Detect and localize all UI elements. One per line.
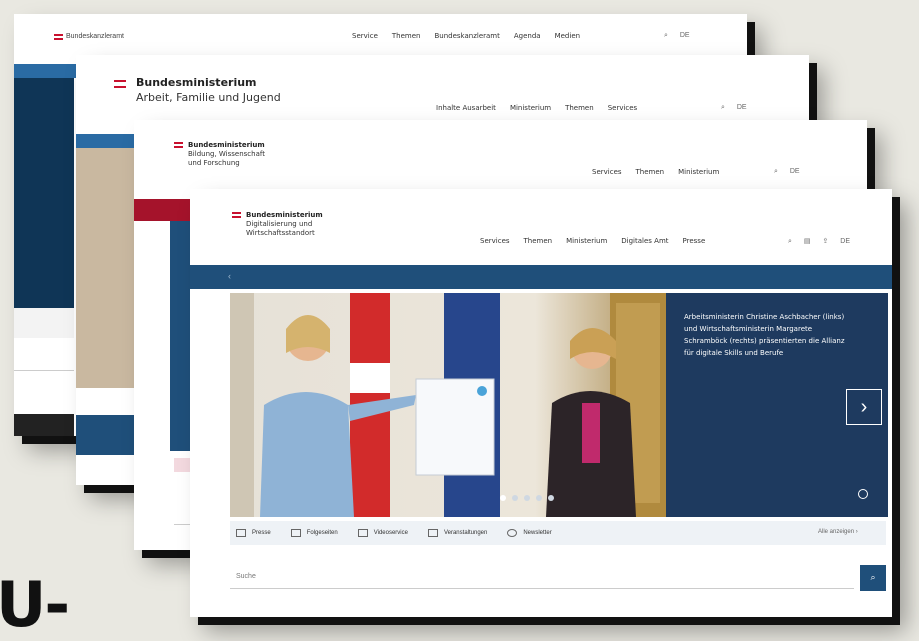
logo-icon xyxy=(174,142,183,148)
ministry-name: Bundesministerium Arbeit, Familie und Ju… xyxy=(136,75,281,105)
nav-item-services[interactable]: Services xyxy=(592,168,622,176)
hero-image xyxy=(76,148,136,388)
chevron-right-icon[interactable]: › xyxy=(846,389,882,425)
main-nav: Inhalte Ausarbeit Ministerium Themen Ser… xyxy=(436,104,637,112)
main-nav: Service Themen Bundeskanzleramt Agenda M… xyxy=(352,32,580,40)
nav-item-ministerium[interactable]: Ministerium xyxy=(678,168,719,176)
hero-caption: Arbeitsministerin Christine Aschbacher (… xyxy=(684,313,845,357)
browser-window-digitalisierung: Bundesministerium Digitalisierung und Wi… xyxy=(190,189,892,617)
carousel-dot[interactable] xyxy=(524,495,530,501)
main-nav: Services Themen Ministerium xyxy=(592,168,719,176)
ministry-subtitle-2: und Forschung xyxy=(188,159,240,167)
pause-icon[interactable] xyxy=(858,489,868,499)
logo-icon xyxy=(114,80,126,88)
main-nav: Services Themen Ministerium Digitales Am… xyxy=(480,237,705,245)
ministry-subtitle-1: Bildung, Wissenschaft xyxy=(188,150,265,158)
ministry-title: Bundesministerium xyxy=(188,141,265,149)
carousel-dots xyxy=(500,495,554,501)
press-icon xyxy=(236,529,246,537)
quicklinks: Presse Folgeseiten Videoservice Veransta… xyxy=(236,529,552,537)
nav-item-themen[interactable]: Themen xyxy=(565,104,594,112)
quicklinks-strip xyxy=(14,308,74,338)
print-icon[interactable]: ▤ xyxy=(804,238,811,245)
search-icon[interactable]: ⌕ xyxy=(721,104,725,111)
quicklink-presse[interactable]: Presse xyxy=(236,529,271,537)
video-icon xyxy=(357,529,368,537)
search-field[interactable] xyxy=(14,346,74,371)
color-band: ‹ xyxy=(190,265,892,289)
ministry-subtitle: Arbeit, Familie und Jugend xyxy=(136,91,281,104)
utility-icons: ⌕ DE xyxy=(664,32,690,40)
nav-item-ministerium[interactable]: Ministerium xyxy=(566,237,607,245)
hero-photo xyxy=(230,293,666,517)
quicklink-label: Videoservice xyxy=(373,530,408,536)
quicklink-label: Newsletter xyxy=(523,530,552,536)
pages-icon xyxy=(290,529,301,537)
lang-menu[interactable]: DE xyxy=(737,104,747,111)
nav-item-ministerium[interactable]: Ministerium xyxy=(510,104,551,112)
lang-menu[interactable]: DE xyxy=(790,168,800,175)
nav-item-inhalte[interactable]: Inhalte Ausarbeit xyxy=(436,104,496,112)
hero-caption-panel: Arbeitsministerin Christine Aschbacher (… xyxy=(666,293,888,517)
quicklink-label: Presse xyxy=(252,530,271,536)
quicklink-folgeseiten[interactable]: Folgeseiten xyxy=(290,529,338,537)
ministry-title: Bundesministerium xyxy=(246,211,323,219)
nav-item-themen[interactable]: Themen xyxy=(524,237,553,245)
nav-item-bundeskanzleramt[interactable]: Bundeskanzleramt xyxy=(434,32,499,40)
nav-item-presse[interactable]: Presse xyxy=(683,237,706,245)
ministry-name: Bundesministerium Bildung, Wissenschaft … xyxy=(188,141,265,168)
quicklinks-more-label: Alle anzeigen xyxy=(818,529,855,535)
ministry-subtitle-1: Digitalisierung und xyxy=(246,220,313,228)
ministry-subtitle-2: Wirtschaftsstandort xyxy=(246,229,315,237)
quicklink-label: Folgeseiten xyxy=(306,530,338,536)
search-icon[interactable]: ⌕ xyxy=(788,238,792,245)
newsletter-icon xyxy=(507,529,518,537)
utility-icons: ⌕ ▤ ⇪ DE xyxy=(788,237,850,246)
quicklink-videoservice[interactable]: Videoservice xyxy=(357,529,408,537)
nav-item-service[interactable]: Service xyxy=(352,32,378,40)
carousel-dot[interactable] xyxy=(536,495,542,501)
nav-item-digitales-amt[interactable]: Digitales Amt xyxy=(621,237,668,245)
ministry-name: Bundesministerium Digitalisierung und Wi… xyxy=(246,211,323,238)
nav-item-services[interactable]: Services xyxy=(608,104,638,112)
logo-icon xyxy=(232,212,241,218)
calendar-icon xyxy=(427,529,438,537)
carousel-dot[interactable] xyxy=(548,495,554,501)
share-icon[interactable]: ⇪ xyxy=(822,238,828,245)
lang-menu[interactable]: DE xyxy=(680,32,690,39)
site-brand: Bundeskanzleramt xyxy=(66,33,124,40)
ministry-title: Bundesministerium xyxy=(136,76,257,89)
hero-image xyxy=(230,293,666,517)
corner-text: U- xyxy=(0,568,70,641)
quicklink-newsletter[interactable]: Newsletter xyxy=(507,529,552,537)
chevron-left-icon[interactable]: ‹ xyxy=(228,271,231,281)
lang-menu[interactable]: DE xyxy=(840,238,850,245)
quicklink-label: Veranstaltungen xyxy=(443,530,488,536)
nav-item-medien[interactable]: Medien xyxy=(555,32,580,40)
carousel-dot[interactable] xyxy=(512,495,518,501)
logo-icon xyxy=(54,34,63,40)
search-button[interactable]: ⌕ xyxy=(860,565,886,591)
footer-strip xyxy=(76,415,136,455)
nav-item-services[interactable]: Services xyxy=(480,237,510,245)
carousel-dot[interactable] xyxy=(500,495,506,501)
search-input[interactable]: Suche xyxy=(230,565,854,589)
nav-item-themen[interactable]: Themen xyxy=(636,168,665,176)
footer-strip xyxy=(14,414,74,436)
quicklinks-more[interactable]: Alle anzeigen › xyxy=(818,529,858,535)
hero-image xyxy=(14,78,74,308)
quicklink-veranstaltungen[interactable]: Veranstaltungen xyxy=(427,529,488,537)
search-icon[interactable]: ⌕ xyxy=(664,32,668,39)
utility-icons: ⌕ DE xyxy=(774,168,800,176)
nav-item-themen[interactable]: Themen xyxy=(392,32,421,40)
nav-item-agenda[interactable]: Agenda xyxy=(514,32,541,40)
utility-icons: ⌕ DE xyxy=(721,104,747,112)
search-icon[interactable]: ⌕ xyxy=(774,168,778,175)
